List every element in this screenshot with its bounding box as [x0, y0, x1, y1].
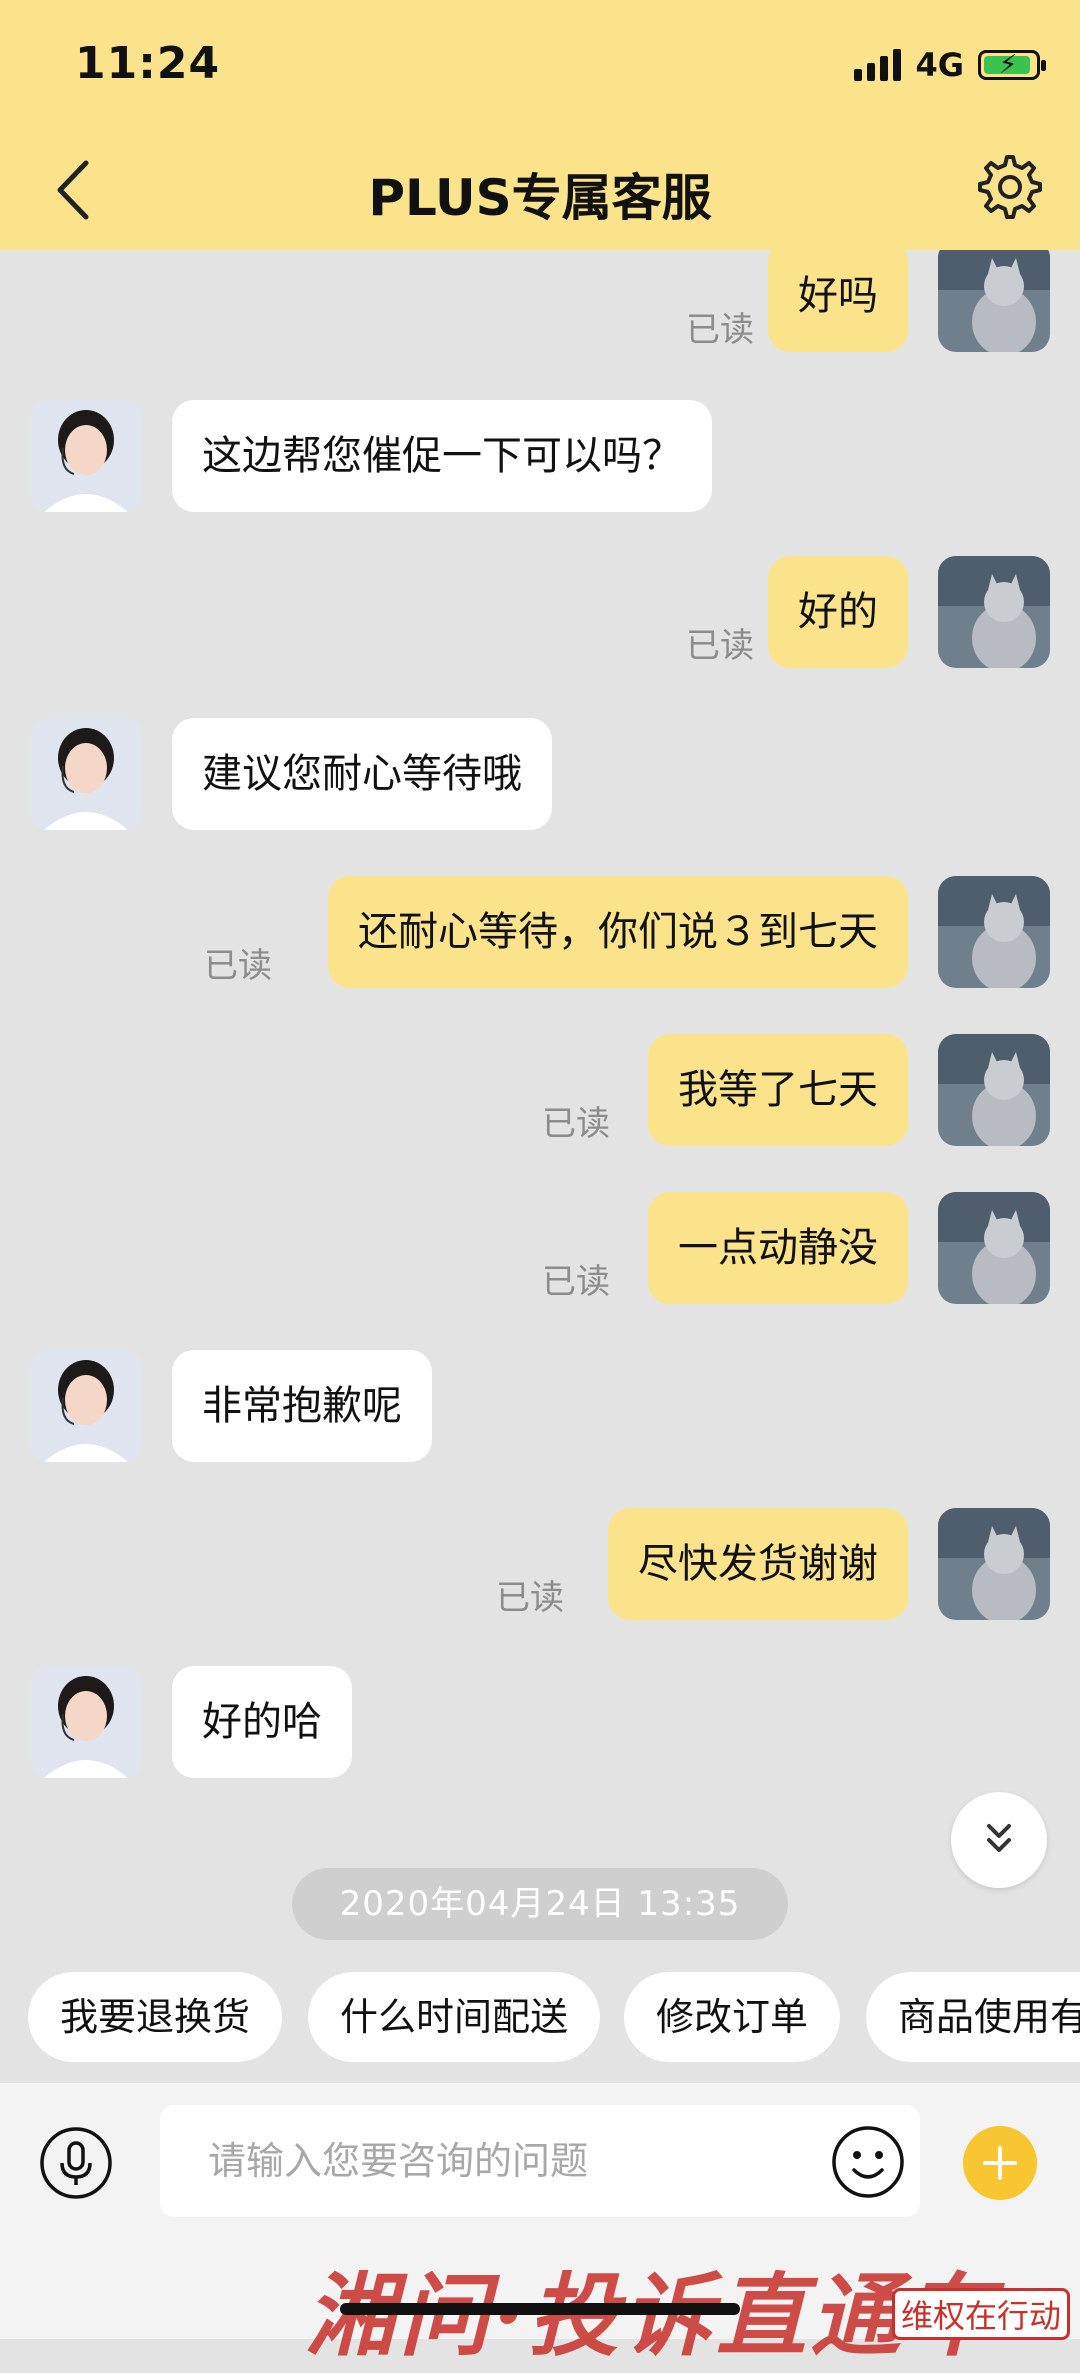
user-avatar[interactable] [938, 1192, 1050, 1304]
read-receipt: 已读 [204, 946, 272, 986]
user-avatar[interactable] [938, 556, 1050, 668]
my-message-bubble[interactable]: 我等了七天 [648, 1034, 908, 1146]
message-input[interactable]: 请输入您要咨询的问题 [160, 2105, 920, 2217]
battery-icon: ⚡ [978, 50, 1046, 80]
my-message-bubble[interactable]: 尽快发货谢谢 [608, 1508, 908, 1620]
agent-avatar-icon [30, 1666, 142, 1778]
my-message-bubble[interactable]: 好的 [768, 556, 908, 668]
network-label: 4G [915, 46, 964, 84]
agent-message-bubble[interactable]: 建议您耐心等待哦 [172, 718, 552, 830]
cat-avatar-icon [938, 1508, 1050, 1620]
agent-avatar-icon [30, 718, 142, 830]
read-receipt: 已读 [496, 1578, 564, 1618]
scroll-to-bottom-button[interactable] [951, 1792, 1047, 1888]
plus-icon [983, 2146, 1017, 2180]
cat-avatar-icon [938, 876, 1050, 988]
emoji-button[interactable] [830, 2124, 906, 2200]
input-bar: 请输入您要咨询的问题 湘问·投诉直通车 维权在行动 [0, 2083, 1080, 2369]
agent-avatar[interactable] [30, 1666, 142, 1778]
my-message-bubble[interactable]: 一点动静没 [648, 1192, 908, 1304]
cat-avatar-icon [938, 1192, 1050, 1304]
more-options-button[interactable] [963, 2126, 1037, 2200]
signal-icon [854, 49, 902, 81]
quick-reply-chip[interactable]: 我要退换货 [28, 1972, 283, 2062]
top-bar: 11:24 4G ⚡ PLUS专属客服 [0, 0, 1080, 250]
read-receipt: 已读 [686, 626, 754, 666]
my-message-bubble[interactable]: 还耐心等待，你们说３到七天 [328, 876, 908, 988]
read-receipt: 已读 [542, 1104, 610, 1144]
quick-reply-chip[interactable]: 商品使用有 [866, 1972, 1080, 2062]
agent-avatar-icon [30, 400, 142, 512]
user-avatar[interactable] [938, 250, 1050, 352]
agent-message-bubble[interactable]: 非常抱歉呢 [172, 1350, 432, 1462]
user-avatar[interactable] [938, 1508, 1050, 1620]
gear-icon [978, 155, 1042, 219]
read-receipt: 已读 [686, 310, 754, 350]
agent-avatar-icon [30, 1350, 142, 1462]
quick-reply-chip[interactable]: 什么时间配送 [308, 1972, 601, 2062]
status-time: 11:24 [75, 38, 221, 89]
smiley-icon [832, 2126, 904, 2198]
read-receipt: 已读 [542, 1262, 610, 1302]
agent-avatar[interactable] [30, 1350, 142, 1462]
watermark-stamp: 维权在行动 [891, 2288, 1070, 2340]
page-title: PLUS专属客服 [368, 169, 712, 227]
cat-avatar-icon [938, 250, 1050, 352]
timestamp-pill: 2020年04月24日 13:35 [292, 1868, 788, 1940]
agent-avatar[interactable] [30, 400, 142, 512]
agent-message-bubble[interactable]: 好的哈 [172, 1666, 352, 1778]
my-message-bubble[interactable]: 好吗 [768, 250, 908, 352]
cat-avatar-icon [938, 556, 1050, 668]
settings-button[interactable] [975, 152, 1045, 222]
double-chevron-down-icon [987, 1824, 1011, 1852]
microphone-icon [40, 2127, 112, 2199]
voice-button[interactable] [38, 2125, 114, 2201]
agent-avatar[interactable] [30, 718, 142, 830]
user-avatar[interactable] [938, 876, 1050, 988]
status-icons: 4G ⚡ [854, 46, 1046, 84]
chat-area[interactable]: 已读 好吗 这边帮您催促一下可以吗？ 已读 好的 建议您耐心等待哦 已读 还耐心… [0, 250, 1080, 1950]
home-indicator [340, 2303, 740, 2315]
cat-avatar-icon [938, 1034, 1050, 1146]
quick-reply-chip[interactable]: 修改订单 [624, 1972, 841, 2062]
user-avatar[interactable] [938, 1034, 1050, 1146]
agent-message-bubble[interactable]: 这边帮您催促一下可以吗？ [172, 400, 712, 512]
